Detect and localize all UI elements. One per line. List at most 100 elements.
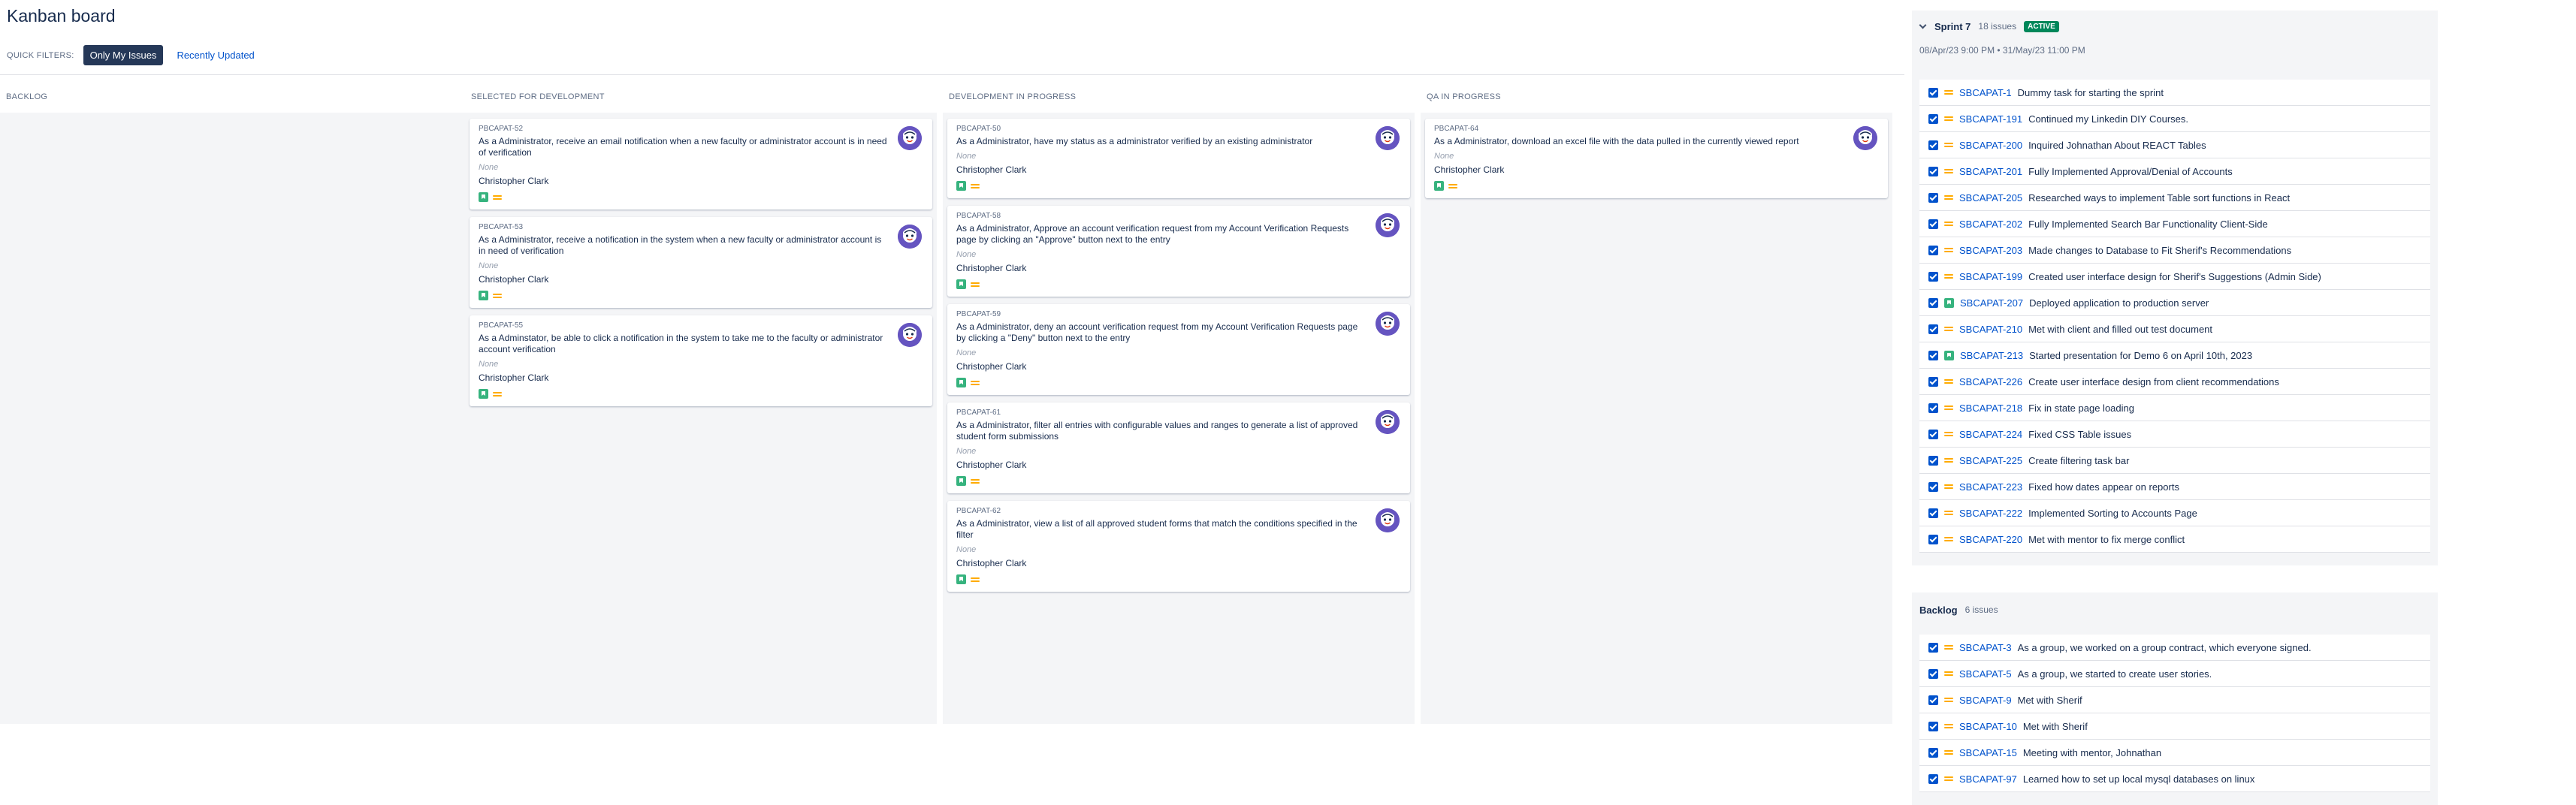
issue-row[interactable]: SBCAPAT-225 Create filtering task bar (1919, 448, 2430, 474)
issue-key[interactable]: PBCAPAT-61 (956, 409, 1367, 417)
issue-row[interactable]: SBCAPAT-223 Fixed how dates appear on rep… (1919, 474, 2430, 500)
issue-key-link[interactable]: SBCAPAT-226 (1959, 376, 2022, 387)
issue-row[interactable]: SBCAPAT-200 Inquired Johnathan About REAC… (1919, 132, 2430, 158)
avatar[interactable] (1376, 312, 1400, 336)
issue-row[interactable]: SBCAPAT-1 Dummy task for starting the spr… (1919, 80, 2430, 106)
checkbox-checked-icon[interactable] (1928, 721, 1938, 731)
issue-key-link[interactable]: SBCAPAT-223 (1959, 481, 2022, 493)
avatar[interactable] (1376, 410, 1400, 434)
issue-key-link[interactable]: SBCAPAT-3 (1959, 642, 2012, 653)
checkbox-checked-icon[interactable] (1928, 668, 1938, 679)
issue-key-link[interactable]: SBCAPAT-207 (1960, 297, 2023, 309)
issue-row[interactable]: SBCAPAT-205 Researched ways to implement … (1919, 185, 2430, 211)
issue-key-link[interactable]: SBCAPAT-199 (1959, 271, 2022, 282)
checkbox-checked-icon[interactable] (1928, 534, 1938, 544)
issue-card[interactable]: PBCAPAT-61 As a Administrator, filter all… (947, 402, 1410, 493)
checkbox-checked-icon[interactable] (1928, 402, 1938, 413)
issue-row[interactable]: SBCAPAT-218 Fix in state page loading (1919, 395, 2430, 421)
checkbox-checked-icon[interactable] (1928, 113, 1938, 124)
issue-key-link[interactable]: SBCAPAT-201 (1959, 166, 2022, 177)
issue-key-link[interactable]: SBCAPAT-1 (1959, 87, 2012, 98)
checkbox-checked-icon[interactable] (1928, 695, 1938, 705)
issue-key-link[interactable]: SBCAPAT-224 (1959, 429, 2022, 440)
avatar[interactable] (898, 323, 922, 347)
checkbox-checked-icon[interactable] (1928, 376, 1938, 387)
checkbox-checked-icon[interactable] (1928, 271, 1938, 282)
checkbox-checked-icon[interactable] (1928, 192, 1938, 203)
issue-row[interactable]: SBCAPAT-224 Fixed CSS Table issues (1919, 421, 2430, 448)
issue-row[interactable]: SBCAPAT-207 Deployed application to produ… (1919, 290, 2430, 316)
issue-card[interactable]: PBCAPAT-58 As a Administrator, Approve an… (947, 206, 1410, 297)
issue-key[interactable]: PBCAPAT-53 (479, 223, 889, 231)
checkbox-checked-icon[interactable] (1928, 245, 1938, 255)
issue-row[interactable]: SBCAPAT-5 As a group, we started to creat… (1919, 661, 2430, 687)
issue-key[interactable]: PBCAPAT-64 (1434, 125, 1844, 133)
sprint-header[interactable]: Sprint 7 18 issues ACTIVE (1919, 17, 2430, 36)
issue-key[interactable]: PBCAPAT-59 (956, 310, 1367, 318)
issue-row[interactable]: SBCAPAT-97 Learned how to set up local my… (1919, 766, 2430, 792)
checkbox-checked-icon[interactable] (1928, 455, 1938, 466)
issue-row[interactable]: SBCAPAT-15 Meeting with mentor, Johnathan (1919, 740, 2430, 766)
issue-key-link[interactable]: SBCAPAT-222 (1959, 508, 2022, 519)
issue-row[interactable]: SBCAPAT-222 Implemented Sorting to Accoun… (1919, 500, 2430, 526)
checkbox-checked-icon[interactable] (1928, 481, 1938, 492)
issue-key[interactable]: PBCAPAT-55 (479, 321, 889, 330)
issue-row[interactable]: SBCAPAT-226 Create user interface design … (1919, 369, 2430, 395)
issue-key[interactable]: PBCAPAT-50 (956, 125, 1367, 133)
avatar[interactable] (1376, 213, 1400, 237)
issue-row[interactable]: SBCAPAT-199 Created user interface design… (1919, 264, 2430, 290)
issue-key-link[interactable]: SBCAPAT-191 (1959, 113, 2022, 125)
issue-card[interactable]: PBCAPAT-62 As a Administrator, view a lis… (947, 501, 1410, 592)
recently-updated-filter-button[interactable]: Recently Updated (172, 45, 258, 65)
issue-card[interactable]: PBCAPAT-52 As a Administrator, receive an… (470, 119, 932, 210)
checkbox-checked-icon[interactable] (1928, 508, 1938, 518)
issue-card[interactable]: PBCAPAT-59 As a Administrator, deny an ac… (947, 304, 1410, 395)
issue-key-link[interactable]: SBCAPAT-205 (1959, 192, 2022, 204)
issue-card[interactable]: PBCAPAT-55 As a Adminstator, be able to c… (470, 315, 932, 406)
issue-key-link[interactable]: SBCAPAT-203 (1959, 245, 2022, 256)
issue-key-link[interactable]: SBCAPAT-10 (1959, 721, 2017, 732)
issue-key-link[interactable]: SBCAPAT-220 (1959, 534, 2022, 545)
avatar[interactable] (898, 225, 922, 249)
issue-key-link[interactable]: SBCAPAT-213 (1960, 350, 2023, 361)
checkbox-checked-icon[interactable] (1928, 324, 1938, 334)
chevron-down-icon[interactable] (1919, 23, 1927, 30)
issue-row[interactable]: SBCAPAT-220 Met with mentor to fix merge … (1919, 526, 2430, 553)
checkbox-checked-icon[interactable] (1928, 747, 1938, 758)
issue-card[interactable]: PBCAPAT-53 As a Administrator, receive a … (470, 217, 932, 308)
issue-key-link[interactable]: SBCAPAT-225 (1959, 455, 2022, 466)
issue-key-link[interactable]: SBCAPAT-5 (1959, 668, 2012, 680)
issue-key-link[interactable]: SBCAPAT-202 (1959, 219, 2022, 230)
avatar[interactable] (898, 126, 922, 150)
issue-row[interactable]: SBCAPAT-3 As a group, we worked on a grou… (1919, 635, 2430, 661)
checkbox-checked-icon[interactable] (1928, 219, 1938, 229)
issue-key-link[interactable]: SBCAPAT-218 (1959, 402, 2022, 414)
avatar[interactable] (1853, 126, 1877, 150)
issue-row[interactable]: SBCAPAT-213 Started presentation for Demo… (1919, 342, 2430, 369)
issue-row[interactable]: SBCAPAT-201 Fully Implemented Approval/De… (1919, 158, 2430, 185)
issue-key-link[interactable]: SBCAPAT-210 (1959, 324, 2022, 335)
issue-key[interactable]: PBCAPAT-52 (479, 125, 889, 133)
issue-key[interactable]: PBCAPAT-58 (956, 212, 1367, 220)
issue-key-link[interactable]: SBCAPAT-9 (1959, 695, 2012, 706)
issue-row[interactable]: SBCAPAT-210 Met with client and filled ou… (1919, 316, 2430, 342)
avatar[interactable] (1376, 508, 1400, 532)
issue-card[interactable]: PBCAPAT-64 As a Administrator, download a… (1425, 119, 1888, 198)
checkbox-checked-icon[interactable] (1928, 87, 1938, 98)
checkbox-checked-icon[interactable] (1928, 297, 1938, 308)
issue-row[interactable]: SBCAPAT-191 Continued my Linkedin DIY Cou… (1919, 106, 2430, 132)
issue-key-link[interactable]: SBCAPAT-97 (1959, 773, 2017, 785)
issue-row[interactable]: SBCAPAT-203 Made changes to Database to F… (1919, 237, 2430, 264)
backlog-header[interactable]: Backlog 6 issues (1919, 600, 2430, 620)
issue-row[interactable]: SBCAPAT-202 Fully Implemented Search Bar … (1919, 211, 2430, 237)
avatar[interactable] (1376, 126, 1400, 150)
issue-card[interactable]: PBCAPAT-50 As a Administrator, have my st… (947, 119, 1410, 198)
checkbox-checked-icon[interactable] (1928, 773, 1938, 784)
issue-key-link[interactable]: SBCAPAT-15 (1959, 747, 2017, 758)
issue-key-link[interactable]: SBCAPAT-200 (1959, 140, 2022, 151)
issue-key[interactable]: PBCAPAT-62 (956, 507, 1367, 515)
issue-row[interactable]: SBCAPAT-10 Met with Sherif (1919, 713, 2430, 740)
checkbox-checked-icon[interactable] (1928, 140, 1938, 150)
checkbox-checked-icon[interactable] (1928, 350, 1938, 360)
checkbox-checked-icon[interactable] (1928, 642, 1938, 653)
